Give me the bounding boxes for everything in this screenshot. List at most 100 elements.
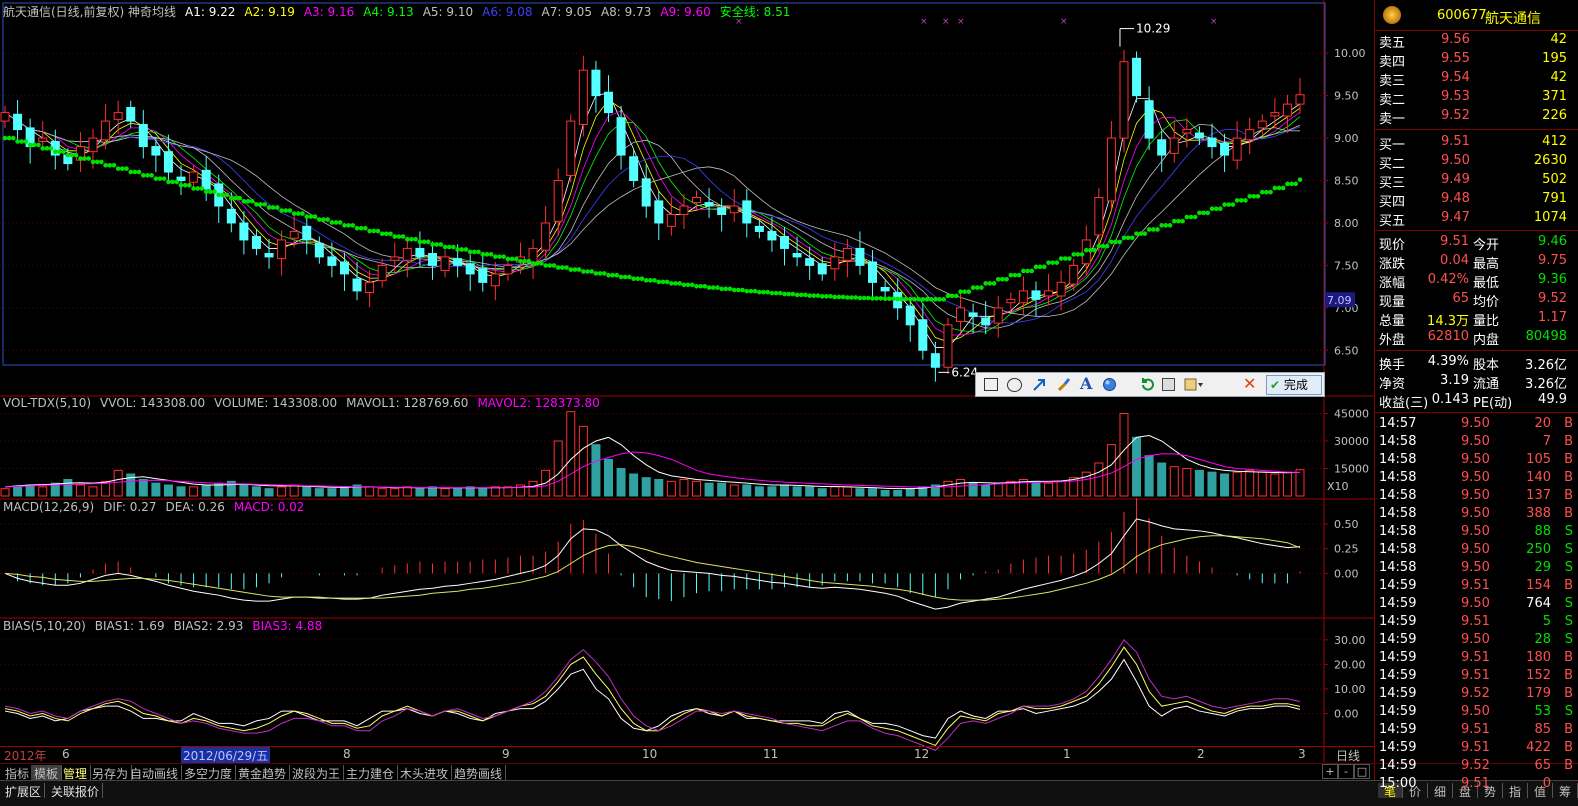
safety-line-dot xyxy=(86,156,92,161)
macd-panel-header: MACD(12,26,9) DIF: 0.27 DEA: 0.26 MACD: 0.0… xyxy=(3,500,313,514)
safety-line-dot xyxy=(107,162,113,168)
logo-icon xyxy=(1383,6,1401,24)
volume-bar xyxy=(75,484,85,497)
safety-line-dot xyxy=(275,205,280,210)
safety-line-dot xyxy=(69,152,75,158)
volume-bar xyxy=(1182,468,1192,497)
zoom-control-0[interactable]: + xyxy=(1322,764,1338,779)
safety-line-dot xyxy=(970,285,976,290)
tab-4[interactable]: 自动画线 xyxy=(127,765,183,781)
volume-bar xyxy=(578,425,588,497)
safety-line-dot xyxy=(698,283,703,289)
volume-bar xyxy=(880,490,890,497)
text-tool-icon[interactable]: A xyxy=(1080,374,1095,393)
arrow-icon[interactable] xyxy=(1032,377,1047,392)
tick-price: 9.50 xyxy=(1461,542,1490,557)
tab-9[interactable]: 木头进攻 xyxy=(397,765,453,781)
tick-price: 9.51 xyxy=(1461,740,1490,755)
stat-value: 14.3万 xyxy=(1427,314,1469,329)
candle-body xyxy=(679,205,689,215)
tick-side: B xyxy=(1564,650,1573,665)
safety-line-dot xyxy=(849,295,854,300)
tick-time: 14:58 xyxy=(1379,488,1417,503)
sell-row-label: 卖四 xyxy=(1379,55,1406,70)
dropdown-tool-icon[interactable] xyxy=(1184,377,1203,392)
candle-body xyxy=(402,247,412,261)
tick-side: B xyxy=(1564,452,1573,467)
ellipse-icon[interactable] xyxy=(1007,378,1022,392)
tick-volume: 0 xyxy=(1542,776,1551,791)
safety-line-dot xyxy=(924,297,930,302)
safety-line-dot xyxy=(337,220,343,225)
safety-line-dot xyxy=(1029,268,1034,274)
safety-line-dot xyxy=(736,287,741,293)
safety-line-dot xyxy=(149,173,154,178)
stat-row: 涨幅 0.42% 最低 9.36 xyxy=(1375,271,1578,291)
tick-volume: 250 xyxy=(1526,542,1551,557)
candle-body xyxy=(880,286,890,292)
tick-price: 9.51 xyxy=(1461,578,1490,593)
safety-line-dot xyxy=(899,296,905,302)
price-tick-label: 7.50 xyxy=(1334,259,1359,272)
tab-0[interactable]: 指标 xyxy=(2,765,34,781)
bottom-tab-1[interactable]: 关联报价 xyxy=(48,783,104,799)
tab-3[interactable]: 另存为 xyxy=(89,765,133,781)
safety-line-dot xyxy=(1205,210,1211,216)
brush-icon[interactable] xyxy=(1056,377,1071,392)
safety-line-dot xyxy=(1033,264,1039,270)
tab-10[interactable]: 趋势画线 xyxy=(451,765,507,781)
draw-toolbar[interactable]: A ✕ ✔ 完成 xyxy=(975,372,1325,397)
globe-icon[interactable] xyxy=(1102,377,1117,392)
safety-line-dot xyxy=(564,265,569,270)
safety-line-dot xyxy=(1071,252,1076,257)
safety-line-dot xyxy=(371,228,377,234)
buy-row-volume: 2630 xyxy=(1533,153,1567,168)
tab-7[interactable]: 波段为王 xyxy=(289,765,345,781)
safety-line-dot xyxy=(715,285,720,290)
tick-row: 14:59 9.51 180 B xyxy=(1375,649,1578,667)
candle-body xyxy=(591,69,601,97)
safety-line-dot xyxy=(941,297,946,302)
safety-line-dot xyxy=(258,202,263,207)
sell-row-price: 9.56 xyxy=(1441,32,1470,47)
stat-label: 外盘 xyxy=(1379,333,1406,348)
safety-line-dot xyxy=(773,290,779,296)
done-button[interactable]: ✔ 完成 xyxy=(1266,375,1322,395)
volume-panel-header: VOL-TDX(5,10) VVOL: 143308.00 VOLUME: 1433… xyxy=(3,396,609,410)
save-icon[interactable] xyxy=(1162,378,1175,391)
volume-bar xyxy=(314,488,324,497)
close-icon[interactable]: ✕ xyxy=(1243,374,1258,393)
safety-line-dot xyxy=(601,271,607,276)
safety-line-dot xyxy=(1125,235,1131,241)
high-annotation-label: 10.29 xyxy=(1136,22,1170,36)
tab-8[interactable]: 主力建仓 xyxy=(343,765,399,781)
safety-line-dot xyxy=(673,281,678,286)
volume-bar xyxy=(264,488,274,497)
safety-line-dot xyxy=(1083,247,1089,253)
undo-icon[interactable] xyxy=(1139,377,1154,392)
volume-bar xyxy=(201,484,211,497)
tick-time: 14:59 xyxy=(1379,686,1417,701)
safety-line-dot xyxy=(706,285,712,290)
divider xyxy=(1375,350,1578,351)
safety-line-dot xyxy=(1146,227,1152,232)
safety-line-dot xyxy=(518,258,523,264)
tick-volume: 65 xyxy=(1534,758,1551,773)
bottom-tab-0[interactable]: 扩展区 xyxy=(2,783,46,799)
tick-row: 14:58 9.50 7 B xyxy=(1375,433,1578,451)
zoom-control-2[interactable]: □ xyxy=(1354,764,1370,779)
volume-bar xyxy=(251,486,261,497)
stat-row: 现量 65 均价 9.52 xyxy=(1375,290,1578,310)
safety-line-dot xyxy=(912,296,917,302)
tab-6[interactable]: 黄金趋势 xyxy=(235,765,291,781)
zoom-control-1[interactable]: - xyxy=(1338,764,1354,779)
safety-line-dot xyxy=(937,297,942,302)
safety-line-dot xyxy=(505,256,511,262)
tab-1[interactable]: 模板 xyxy=(31,765,63,781)
candle-body xyxy=(1132,57,1142,97)
tab-2[interactable]: 管理 xyxy=(60,765,92,781)
tab-5[interactable]: 多空力度 xyxy=(181,765,237,781)
rectangle-icon[interactable] xyxy=(984,378,998,391)
candle-body xyxy=(805,258,815,266)
safety-line-dot xyxy=(1192,214,1198,220)
